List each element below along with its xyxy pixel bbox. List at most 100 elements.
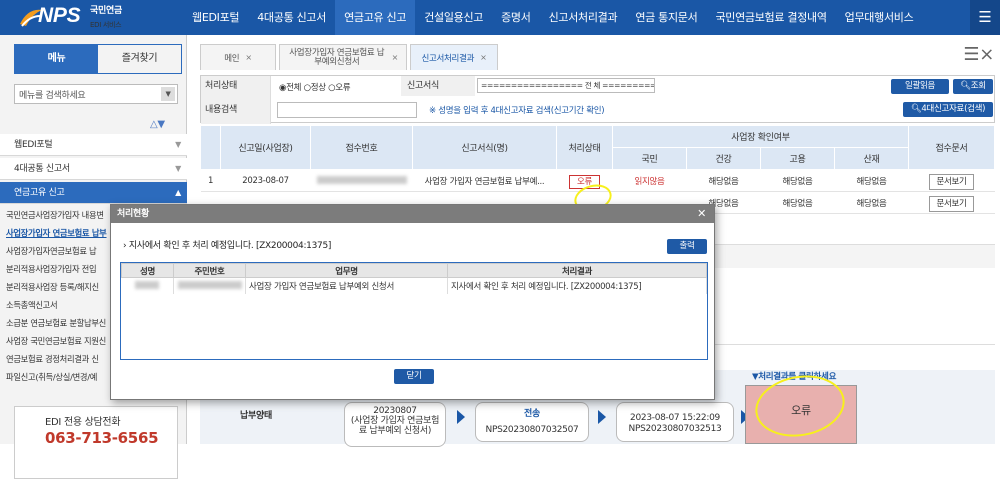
processing-status-dialog: 처리현황 ✕ › 지사에서 확인 후 처리 예정입니다. [ZX200004:13… (110, 204, 715, 400)
nav-item[interactable]: 4대공통 신고서 (248, 0, 335, 35)
sidebar-tabs: 메뉴 즐겨찾기 (14, 44, 182, 74)
step-date: 20230807 (373, 406, 417, 416)
tab-list-icon[interactable]: ☰× (963, 44, 994, 65)
dialog-table: 성명 주민번호 업무명 처리결과 사업장 가입자 연금보험료 납부예외 신청서 … (120, 262, 708, 360)
logo-korean: 국민연금 (90, 6, 122, 16)
page-tabs: 메인 × 사업장가입자 연금보험료 납부예외신청서 × 신고서처리결과 × (200, 44, 501, 70)
view-doc-button[interactable]: 문서보기 (929, 195, 974, 212)
tab-menu[interactable]: 메뉴 (15, 45, 98, 73)
dropdown-icon[interactable]: ▼ (161, 87, 175, 101)
col-confirm: 사업장 확인여부 (612, 125, 909, 148)
close-icon[interactable]: × (480, 53, 487, 62)
form-select[interactable]: ================= 전 체 ========== (477, 78, 655, 93)
nav-menu-icon[interactable]: ☰ (970, 0, 1000, 35)
search-button[interactable]: 🔍︎조회 (953, 79, 993, 94)
search-icon: 🔍︎ (910, 104, 922, 114)
col-task: 업무명 (245, 263, 448, 278)
top-navigation-bar: NPS 국민연금 EDI 서비스 웹EDI포털 4대공통 신고서 연금고유 신고… (0, 0, 1000, 35)
nav-item-active[interactable]: 연금고유 신고 (335, 0, 416, 35)
cell-receipt-blurred (310, 169, 413, 192)
filter-panel: 처리상태 내용검색 ◉전체 ○정상 ○오류 신고서식 =============… (200, 75, 995, 124)
sidebar-section[interactable]: 4대공통 신고서 ▼ (0, 158, 187, 180)
tab-label: 신고서처리결과 (421, 53, 475, 64)
sidebar-section-active[interactable]: 연금고유 신고 ▲ (0, 182, 187, 204)
print-button[interactable]: 출력 (667, 239, 707, 254)
menu-search-placeholder: 메뉴를 검색하세요 (19, 91, 86, 101)
col-name: 성명 (121, 263, 174, 278)
flow-step-submitted: 20230807 (사업장 가입자 연금보험 료 납부예외 신청서) (344, 402, 446, 447)
logo-text: NPS (38, 4, 81, 27)
step-title: 전송 (524, 409, 540, 419)
cell-accident: 해당없음 (834, 191, 909, 214)
nav-item[interactable]: 업무대행서비스 (836, 0, 923, 35)
arrow-right-icon (457, 410, 465, 424)
col-form: 신고서식(명) (412, 125, 557, 170)
arrow-right-icon (598, 410, 606, 424)
col-rrn: 주민번호 (173, 263, 246, 278)
col-receipt: 접수번호 (310, 125, 413, 170)
step-id: NPS20230807032507 (485, 425, 579, 435)
tab-main[interactable]: 메인 × (200, 44, 276, 70)
content-search-input[interactable] (277, 102, 417, 118)
cell-doc: 문서보기 (908, 169, 995, 192)
col-date: 신고일(사업장) (220, 125, 311, 170)
close-icon[interactable]: × (392, 53, 399, 62)
help-box: EDI 전용 상담전화 063-713-6565 (14, 406, 178, 479)
nav-item[interactable]: 건설일용신고 (415, 0, 492, 35)
nav-item[interactable]: 증명서 (492, 0, 539, 35)
nav-item[interactable]: 연금 통지문서 (626, 0, 706, 35)
radio-normal[interactable]: ○정상 (304, 83, 326, 93)
form-label: 신고서식 (407, 81, 439, 91)
col-nps: 국민 (612, 147, 687, 170)
main-nav: 웹EDI포털 4대공통 신고서 연금고유 신고 건설일용신고 증명서 신고서처리… (183, 0, 922, 35)
tab-results[interactable]: 신고서처리결과 × (410, 44, 498, 70)
col-doc: 접수문서 (908, 125, 995, 170)
col-result: 처리결과 (447, 263, 707, 278)
cell-employment: 해당없음 (760, 169, 835, 192)
radio-all[interactable]: ◉전체 (279, 83, 301, 93)
4-insurance-search-button[interactable]: 🔍︎4대신고자료(검색) (903, 102, 993, 117)
cell-result: 지사에서 확인 후 처리 예정입니다. [ZX200004:1375] (447, 277, 707, 294)
step-id: NPS20230807032513 (628, 424, 722, 434)
chevron-down-icon: ▼ (175, 164, 181, 173)
close-button[interactable]: 닫기 (394, 369, 434, 384)
cell-rrn-blurred (173, 277, 246, 294)
sidebar-section[interactable]: 웹EDI포털 ▼ (0, 134, 187, 156)
status-label: 처리상태 (205, 81, 237, 91)
help-title: EDI 전용 상담전화 (45, 417, 121, 428)
tab-favorites[interactable]: 즐겨찾기 (98, 45, 181, 73)
close-icon[interactable]: ✕ (697, 205, 706, 223)
section-label: 4대공통 신고서 (14, 164, 70, 174)
chevron-up-icon: ▲ (175, 188, 181, 197)
cell-doc: 문서보기 (908, 191, 995, 214)
help-phone: 063-713-6565 (45, 429, 159, 447)
content-label: 내용검색 (205, 105, 237, 115)
col-health: 건강 (686, 147, 761, 170)
tab-exemption[interactable]: 사업장가입자 연금보험료 납부예외신청서 × (279, 44, 407, 70)
cell-accident: 해당없음 (834, 169, 909, 192)
cell-nps: 읽지않음 (612, 169, 687, 192)
grid-footer (715, 244, 995, 268)
step-text: (사업장 가입자 연금보험 (350, 416, 440, 426)
bulk-read-button[interactable]: 일괄읽음 (891, 79, 949, 94)
menu-search-input[interactable]: 메뉴를 검색하세요 ▼ (14, 84, 178, 104)
nav-item[interactable]: 웹EDI포털 (183, 0, 248, 35)
radio-error[interactable]: ○오류 (328, 83, 350, 93)
close-icon[interactable]: × (245, 53, 252, 62)
dialog-message: › 지사에서 확인 후 처리 예정입니다. [ZX200004:1375] (123, 241, 332, 251)
cell-name-blurred (121, 277, 174, 294)
flow-label: 납부양태 (240, 411, 272, 421)
cell-no: 1 (200, 169, 221, 192)
section-label: 웹EDI포털 (14, 140, 53, 150)
step-time: 2023-08-07 15:22:09 (630, 413, 720, 423)
view-doc-button[interactable]: 문서보기 (929, 173, 974, 190)
col-accident: 산재 (834, 147, 909, 170)
tab-label: 메인 (224, 53, 240, 64)
nav-item[interactable]: 국민연금보험료 결정내역 (706, 0, 835, 35)
table-row[interactable]: 사업장 가입자 연금보험료 납부예외 신청서 지사에서 확인 후 처리 예정입니… (121, 277, 707, 294)
collapse-expand-icon[interactable]: △▼ (150, 119, 165, 130)
flow-step-received: 2023-08-07 15:22:09 NPS20230807032513 (616, 402, 734, 442)
cell-health: 해당없음 (686, 169, 761, 192)
nav-item[interactable]: 신고서처리결과 (540, 0, 627, 35)
search-note: ※ 성명을 입력 후 4대신고자료 검색(신고기간 확인) (429, 106, 605, 116)
